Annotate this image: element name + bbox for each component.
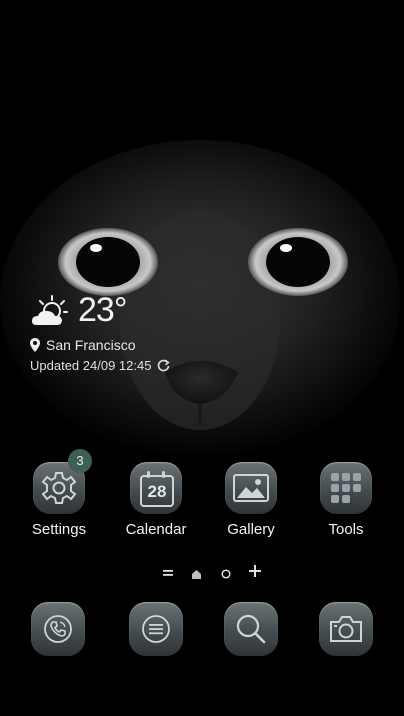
menu-tile[interactable] [129, 602, 183, 656]
calendar-icon: 28 [138, 471, 174, 507]
calendar-date: 28 [147, 482, 167, 501]
updated-label: Updated 24/09 12:45 [30, 358, 152, 373]
dock-camera[interactable] [306, 602, 386, 656]
tools-folder-tile[interactable] [320, 462, 372, 514]
app-settings[interactable]: Settings [19, 462, 99, 538]
folder-grid-icon [331, 473, 361, 503]
dock-search[interactable] [211, 602, 291, 656]
camera-tile[interactable] [319, 602, 373, 656]
page-indicator[interactable] [160, 562, 270, 582]
phone-tile[interactable] [31, 602, 85, 656]
search-icon [236, 614, 266, 644]
dock-app-drawer[interactable] [116, 602, 196, 656]
app-calendar[interactable]: 28 Calendar [116, 462, 196, 538]
home-page-dot[interactable] [192, 566, 201, 584]
calendar-tile[interactable]: 28 [130, 462, 182, 514]
camera-icon [330, 616, 362, 642]
app-gallery[interactable]: Gallery [211, 462, 291, 538]
phone-icon [44, 615, 72, 643]
location: San Francisco [30, 337, 135, 353]
location-pin-icon [30, 338, 40, 352]
search-tile[interactable] [224, 602, 278, 656]
app-label: Tools [328, 521, 364, 538]
image-icon [233, 474, 269, 502]
temperature: 23° [78, 291, 127, 329]
gallery-tile[interactable] [225, 462, 277, 514]
gear-icon [41, 472, 77, 504]
add-page-icon[interactable] [249, 564, 261, 582]
app-label: Calendar [125, 521, 187, 538]
edit-pages-icon[interactable] [163, 565, 173, 583]
refresh-icon[interactable] [157, 359, 171, 372]
app-tools[interactable]: Tools [306, 462, 386, 538]
weather-widget[interactable]: 23° San Francisco Updated 24/09 12:45 [30, 290, 230, 380]
menu-icon [142, 615, 170, 643]
location-label: San Francisco [46, 337, 136, 353]
updated-status: Updated 24/09 12:45 [30, 358, 171, 373]
partly-cloudy-icon [32, 295, 68, 325]
dock-phone[interactable] [18, 602, 98, 656]
page-dot[interactable] [221, 566, 231, 584]
app-label: Settings [31, 521, 87, 538]
notification-badge: 3 [68, 449, 92, 473]
app-label: Gallery [227, 521, 275, 538]
